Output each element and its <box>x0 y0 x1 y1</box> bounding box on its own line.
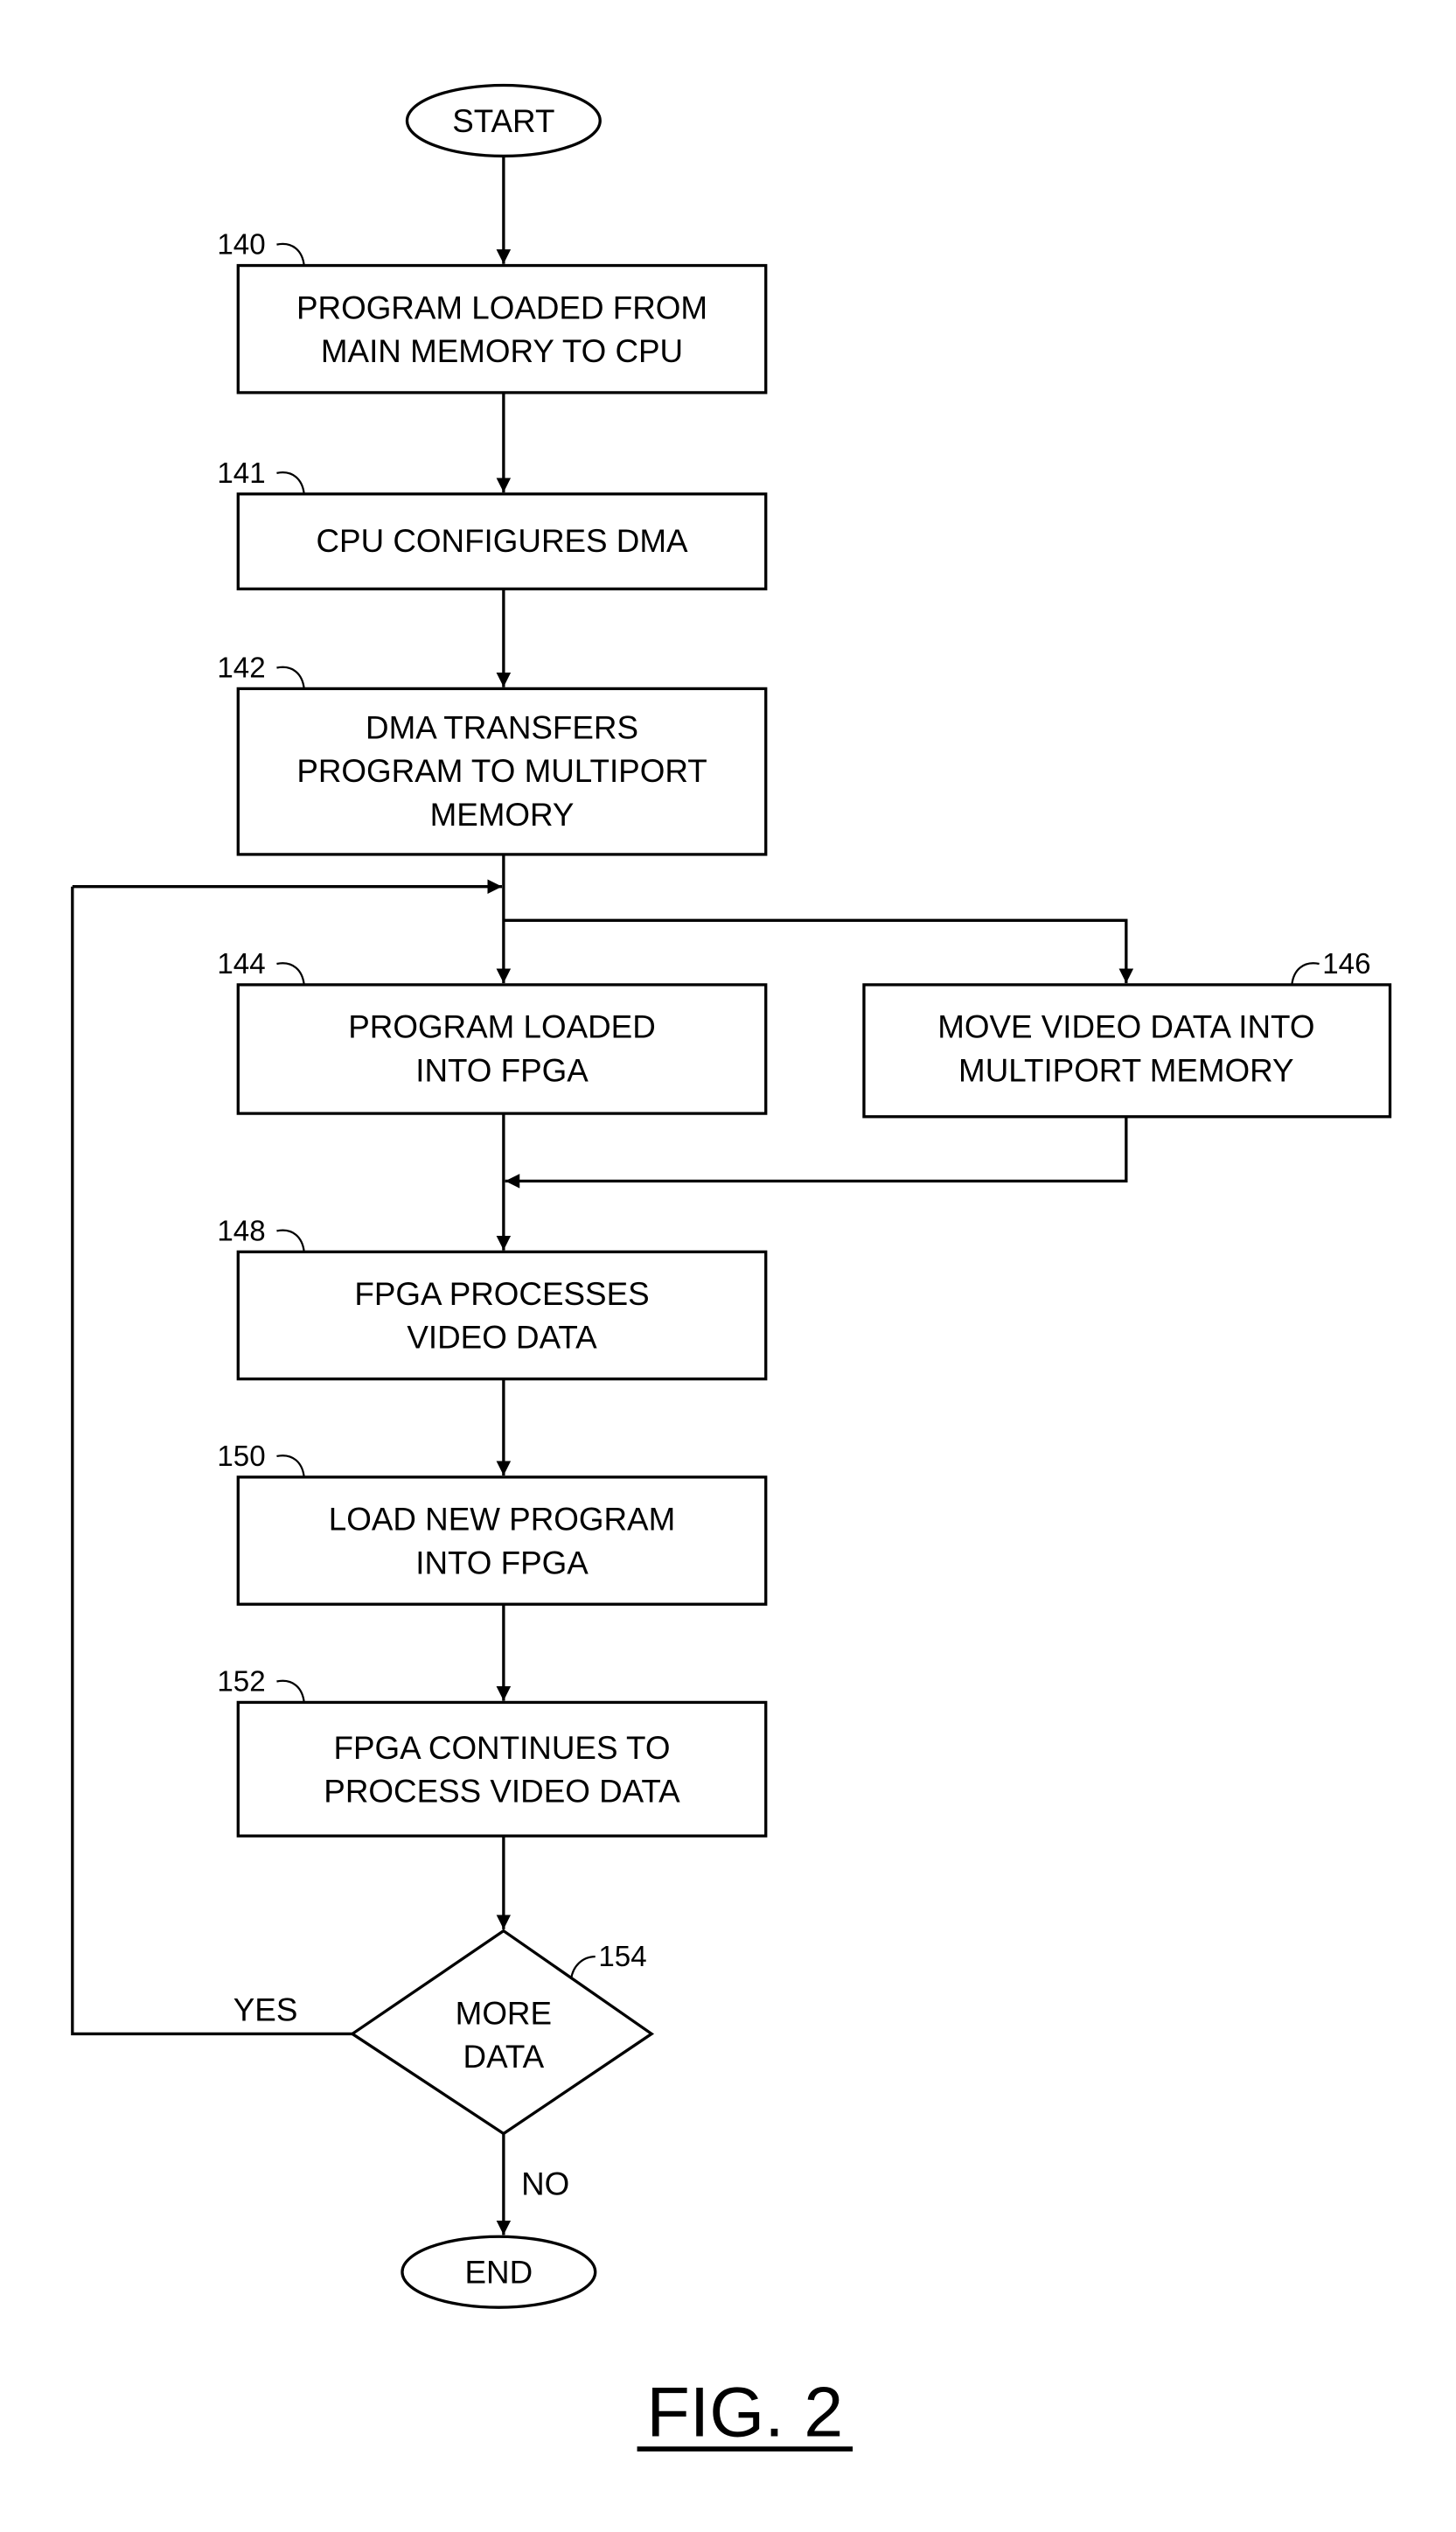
ref-140: 140 <box>217 229 265 262</box>
ref-152: 152 <box>217 1666 265 1698</box>
step-150-line-1: LOAD NEW PROGRAM <box>329 1502 675 1538</box>
no-label: NO <box>521 2166 569 2201</box>
ref-141: 141 <box>217 457 265 490</box>
step-148-line-1: FPGA PROCESSES <box>354 1276 649 1312</box>
arrow-branch-to-146 <box>503 918 1134 984</box>
ref-144: 144 <box>217 948 265 980</box>
step-150: LOAD NEW PROGRAM INTO FPGA <box>236 1475 768 1606</box>
leader-144 <box>276 962 305 986</box>
end-terminal: END <box>401 2235 597 2309</box>
step-150-line-2: INTO FPGA <box>415 1545 589 1580</box>
step-141: CPU CONFIGURES DMA <box>236 492 768 590</box>
figure-label: FIG. 2 <box>646 2373 843 2452</box>
decision-line-1: MORE <box>456 1995 552 2031</box>
ref-146: 146 <box>1322 948 1370 980</box>
start-label: START <box>452 103 554 139</box>
step-146-line-2: MULTIPORT MEMORY <box>958 1052 1294 1088</box>
leader-141 <box>276 471 305 494</box>
step-140-line-2: MAIN MEMORY TO CPU <box>321 333 683 369</box>
end-label: END <box>465 2255 533 2291</box>
step-140: PROGRAM LOADED FROM MAIN MEMORY TO CPU <box>236 263 768 394</box>
step-140-line-1: PROGRAM LOADED FROM <box>296 289 707 325</box>
step-152: FPGA CONTINUES TO PROCESS VIDEO DATA <box>236 1700 768 1838</box>
step-141-line-1: CPU CONFIGURES DMA <box>316 523 688 559</box>
ref-148: 148 <box>217 1215 265 1247</box>
step-146-line-1: MOVE VIDEO DATA INTO <box>937 1009 1314 1045</box>
step-142-line-3: MEMORY <box>430 797 575 833</box>
ref-142: 142 <box>217 652 265 685</box>
step-152-line-1: FPGA CONTINUES TO <box>334 1730 671 1766</box>
step-148-line-2: VIDEO DATA <box>407 1320 597 1356</box>
leader-154 <box>570 1956 596 1980</box>
arrow-146-merge <box>505 1116 1128 1189</box>
step-152-line-2: PROCESS VIDEO DATA <box>324 1773 680 1809</box>
leader-140 <box>276 242 305 266</box>
decision-line-2: DATA <box>463 2039 545 2075</box>
step-144: PROGRAM LOADED INTO FPGA <box>236 983 768 1115</box>
yes-label: YES <box>233 1992 298 2028</box>
leader-150 <box>276 1454 305 1478</box>
step-142: DMA TRANSFERS PROGRAM TO MULTIPORT MEMOR… <box>236 687 768 856</box>
leader-142 <box>276 666 305 689</box>
leader-148 <box>276 1229 305 1252</box>
step-146: MOVE VIDEO DATA INTO MULTIPORT MEMORY <box>862 983 1392 1119</box>
step-142-line-1: DMA TRANSFERS <box>366 709 638 745</box>
step-148: FPGA PROCESSES VIDEO DATA <box>236 1250 768 1381</box>
step-144-line-1: PROGRAM LOADED <box>348 1009 656 1045</box>
ref-150: 150 <box>217 1440 265 1473</box>
leader-146 <box>1291 962 1320 986</box>
leader-152 <box>276 1679 305 1703</box>
start-terminal: START <box>405 83 602 158</box>
flowchart: START PROGRAM LOADED FROM MAIN MEMORY TO… <box>71 83 1392 2452</box>
ref-154: 154 <box>598 1941 646 1973</box>
step-144-line-2: INTO FPGA <box>415 1052 589 1088</box>
step-142-line-2: PROGRAM TO MULTIPORT <box>296 753 707 789</box>
